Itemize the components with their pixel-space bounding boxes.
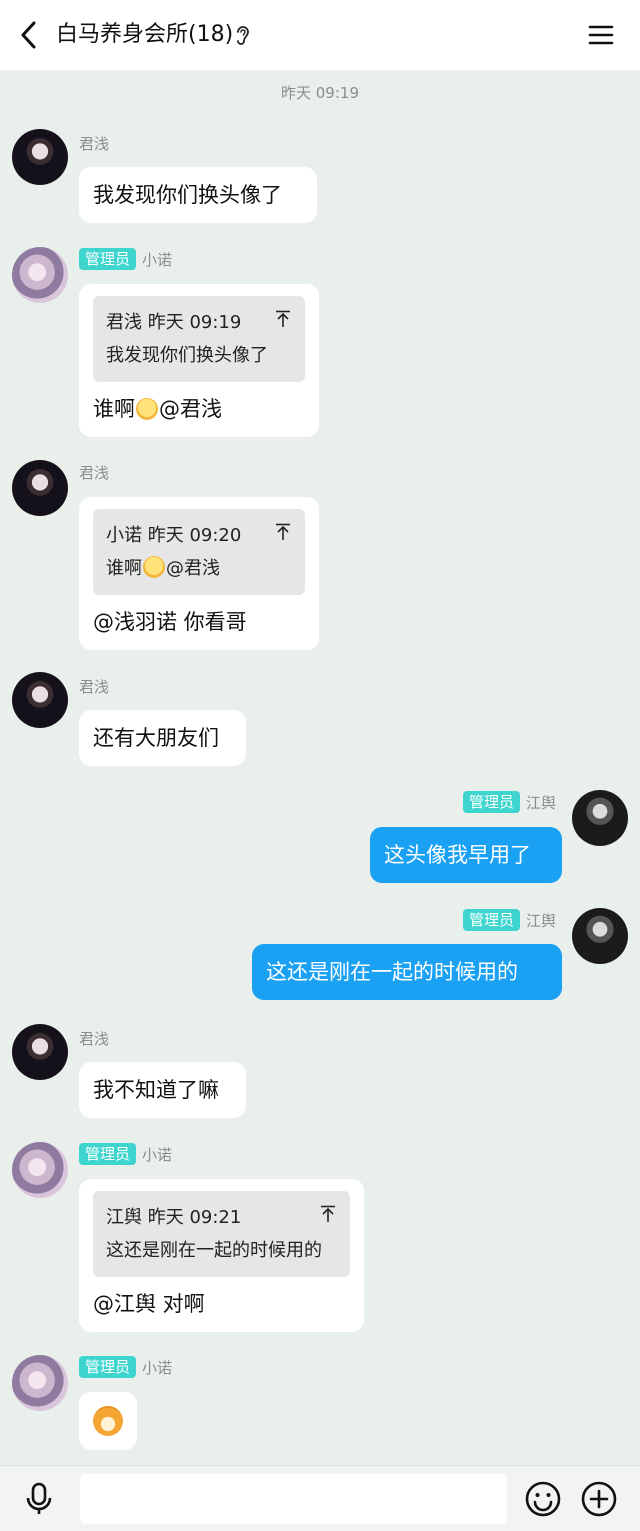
- message-bubble[interactable]: 这头像我早用了: [370, 827, 562, 883]
- chat-header: 白马养身会所(18): [0, 0, 640, 70]
- message-text: 还有大朋友们: [93, 726, 219, 750]
- admin-badge: 管理员: [79, 248, 137, 270]
- message-bubble[interactable]: 我不知道了嘛: [79, 1062, 246, 1118]
- sender-name: 江舆: [525, 793, 556, 812]
- emoji-icon[interactable]: [524, 1480, 562, 1518]
- message-text: 这头像我早用了: [384, 843, 531, 867]
- quote-header: 小诺 昨天 09:20: [106, 525, 242, 546]
- message-text: 谁啊: [93, 397, 135, 421]
- message-input[interactable]: [80, 1474, 507, 1524]
- plus-icon[interactable]: [580, 1480, 618, 1518]
- mention-text[interactable]: @君浅: [159, 397, 222, 421]
- admin-badge: 管理员: [79, 1143, 137, 1165]
- message-bubble[interactable]: 小诺 昨天 09:20 谁啊 @君浅 @浅羽诺 你看哥: [79, 497, 319, 650]
- sender-name: 小诺: [142, 1358, 173, 1377]
- quote-header: 江舆 昨天 09:21: [106, 1207, 242, 1228]
- sender-name: 君浅: [79, 134, 110, 153]
- avatar[interactable]: [572, 790, 628, 846]
- sender-name: 江舆: [525, 911, 556, 930]
- avatar[interactable]: [12, 460, 68, 516]
- quoted-message[interactable]: 江舆 昨天 09:21 这还是刚在一起的时候用的: [93, 1191, 350, 1277]
- quote-text: 我发现你们换头像了: [106, 345, 268, 366]
- sender-name: 小诺: [142, 250, 173, 269]
- message-bubble[interactable]: 我发现你们换头像了: [79, 167, 317, 223]
- jump-to-top-icon[interactable]: [275, 310, 291, 328]
- menu-button[interactable]: [586, 20, 616, 50]
- message-text: 我发现你们换头像了: [93, 183, 282, 207]
- jump-to-top-icon[interactable]: [275, 523, 291, 541]
- chat-title[interactable]: 白马养身会所(18): [56, 19, 233, 51]
- admin-badge: 管理员: [462, 791, 520, 813]
- message-text: 这还是刚在一起的时候用的: [266, 960, 518, 984]
- sender-name: 君浅: [79, 463, 110, 482]
- admin-badge: 管理员: [79, 1356, 137, 1378]
- avatar[interactable]: [12, 672, 68, 728]
- message-text: 我不知道了嘛: [93, 1078, 219, 1102]
- dog-sticker-icon: [93, 1406, 123, 1436]
- avatar[interactable]: [12, 129, 68, 185]
- back-button[interactable]: [14, 20, 44, 50]
- message-text: @浅羽诺 你看哥: [93, 610, 247, 634]
- jump-to-top-icon[interactable]: [320, 1205, 336, 1223]
- quoted-message[interactable]: 君浅 昨天 09:19 我发现你们换头像了: [93, 296, 305, 382]
- message-bubble[interactable]: 还有大朋友们: [79, 710, 246, 766]
- avatar[interactable]: [12, 247, 68, 303]
- message-bubble[interactable]: [79, 1392, 137, 1450]
- avatar[interactable]: [572, 908, 628, 964]
- message-bubble[interactable]: 这还是刚在一起的时候用的: [252, 944, 562, 1000]
- avatar[interactable]: [12, 1142, 68, 1198]
- quoted-message[interactable]: 小诺 昨天 09:20 谁啊 @君浅: [93, 509, 305, 595]
- sender-name: 小诺: [142, 1145, 173, 1164]
- quote-text: 这还是刚在一起的时候用的: [106, 1240, 322, 1261]
- menu-icon: [588, 25, 614, 45]
- sender-name: 君浅: [79, 1029, 110, 1048]
- chevron-left-icon: [21, 21, 36, 49]
- sender-name: 君浅: [79, 677, 110, 696]
- message-text: @江舆 对啊: [93, 1292, 205, 1316]
- avatar[interactable]: [12, 1355, 68, 1411]
- message-timestamp: 昨天 09:19: [281, 84, 359, 102]
- microphone-icon[interactable]: [22, 1482, 56, 1516]
- admin-badge: 管理员: [462, 909, 520, 931]
- shy-face-emoji-icon: [143, 556, 165, 578]
- shy-face-emoji-icon: [136, 398, 158, 420]
- quote-text: 谁啊 @君浅: [106, 556, 220, 579]
- ear-icon[interactable]: [234, 24, 252, 46]
- quote-header: 君浅 昨天 09:19: [106, 312, 242, 333]
- avatar[interactable]: [12, 1024, 68, 1080]
- input-bar: [0, 1465, 640, 1531]
- message-bubble[interactable]: 君浅 昨天 09:19 我发现你们换头像了 谁啊 @君浅: [79, 284, 319, 437]
- message-bubble[interactable]: 江舆 昨天 09:21 这还是刚在一起的时候用的 @江舆 对啊: [79, 1179, 364, 1332]
